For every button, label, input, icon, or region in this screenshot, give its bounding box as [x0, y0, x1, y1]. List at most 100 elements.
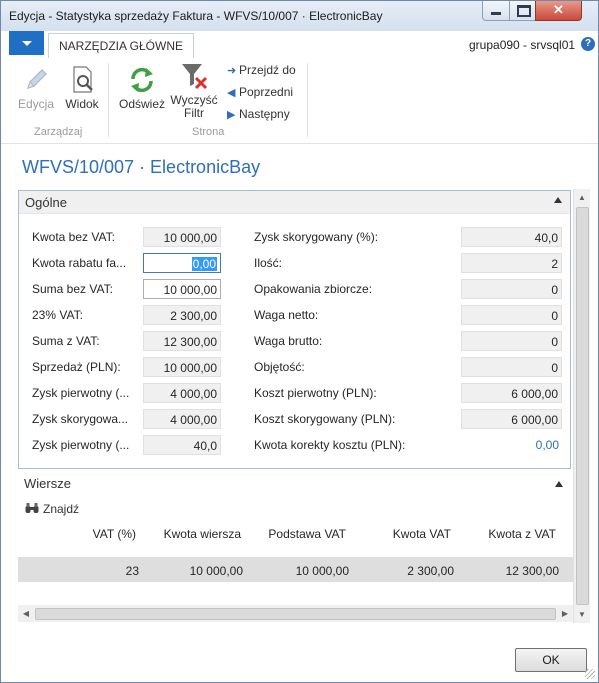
field-label: Suma z VAT: [32, 334, 100, 348]
field-label: Kwota korekty kosztu (PLN): [254, 438, 406, 452]
clear-filter-label-2: Filtr [184, 106, 204, 120]
group-separator [307, 63, 308, 138]
scroll-down-icon[interactable]: ▼ [574, 606, 590, 623]
column-header-vat-percent[interactable]: VAT (%) [61, 527, 136, 541]
field-value: 2 [461, 253, 562, 273]
field-value: 6 000,00 [461, 409, 562, 429]
group-label-page: Strona [192, 126, 225, 138]
field-value: 0 [461, 331, 562, 351]
table-cell: 10 000,00 [189, 564, 243, 578]
total-excl-vat-input[interactable]: 10 000,00 [143, 279, 221, 299]
field-label: Koszt pierwotny (PLN): [254, 386, 377, 400]
table-cell: 12 300,00 [505, 564, 559, 578]
field-value: 0 [461, 305, 562, 325]
title-bar[interactable]: Edycja - Statystyka sprzedaży Faktura - … [1, 1, 598, 31]
field-label: Kwota rabatu fa... [32, 256, 127, 270]
field-label: Suma bez VAT: [32, 282, 113, 296]
lines-fasttab-header[interactable]: Wiersze [18, 474, 573, 494]
app-menu-button[interactable] [9, 31, 44, 55]
field-label: Zysk skorygowany (%): [254, 230, 379, 244]
scroll-up-icon[interactable]: ▲ [574, 189, 590, 206]
close-icon: ✕ [553, 2, 564, 17]
dialog-window: Edycja - Statystyka sprzedaży Faktura - … [0, 0, 599, 683]
horizontal-scrollbar[interactable]: ◀ ▶ [18, 605, 573, 622]
field-label: Zysk pierwotny (... [32, 438, 130, 452]
next-button[interactable]: ▶ Następny [227, 107, 290, 121]
field-label: Koszt skorygowany (PLN): [254, 412, 396, 426]
triangle-right-icon: ▶ [227, 109, 236, 121]
column-header-vat-base[interactable]: Podstawa VAT [246, 527, 346, 541]
maximize-button[interactable] [509, 1, 537, 21]
ok-button[interactable]: OK [515, 648, 587, 672]
triangle-left-icon: ◀ [227, 87, 236, 99]
field-value: 10 000,00 [143, 357, 221, 377]
user-server-label: grupa090 - srvsql01 [469, 38, 576, 52]
field-value: 4 000,00 [143, 409, 221, 429]
help-icon[interactable]: ? [581, 37, 595, 51]
edit-button[interactable]: Edycja [15, 64, 57, 111]
field-value: 2 300,00 [143, 305, 221, 325]
refresh-button[interactable]: Odśwież [115, 64, 169, 111]
close-button[interactable]: ✕ [535, 1, 582, 21]
goto-label: Przejdź do [239, 63, 296, 77]
view-button[interactable]: Widok [61, 64, 103, 111]
general-fasttab-header[interactable]: Ogólne [19, 191, 570, 214]
clear-filter-button[interactable]: Wyczyść Filtr [169, 60, 219, 120]
field-label: Kwota bez VAT: [32, 230, 115, 244]
general-fasttab: Ogólne Kwota bez VAT: 10 000,00 Kwota ra… [18, 190, 571, 469]
next-label: Następny [239, 107, 290, 121]
field-label: Waga netto: [254, 308, 319, 322]
refresh-label: Odśwież [118, 97, 165, 111]
goto-button[interactable]: ➜ Przejdź do [227, 63, 296, 77]
find-button[interactable]: Znajdź [25, 502, 79, 516]
scroll-left-icon[interactable]: ◀ [18, 605, 34, 622]
field-value: 0 [461, 279, 562, 299]
field-value: 40,0 [461, 227, 562, 247]
invoice-discount-value: 0,00 [191, 257, 217, 271]
view-label: Widok [65, 97, 99, 111]
field-label: Objętość: [254, 360, 305, 374]
field-value: 0 [461, 357, 562, 377]
column-header-amount-incl-vat[interactable]: Kwota z VAT [456, 527, 556, 541]
group-label-manage: Zarządzaj [34, 126, 83, 138]
clear-filter-icon [182, 64, 208, 90]
general-fasttab-title: Ogólne [25, 195, 67, 210]
field-value: 40,0 [143, 435, 221, 455]
ribbon: Edycja Widok Odśwież Wyczyść Filtr ➜ Prz… [1, 58, 598, 144]
window-title: Edycja - Statystyka sprzedaży Faktura - … [9, 9, 383, 23]
refresh-icon [131, 67, 153, 93]
scroll-thumb[interactable] [576, 207, 589, 605]
column-header-vat-amount[interactable]: Kwota VAT [351, 527, 451, 541]
scroll-thumb[interactable] [35, 608, 556, 620]
field-label: Sprzedaż (PLN): [32, 360, 121, 374]
field-label: Zysk skorygowa... [32, 412, 129, 426]
cost-adjustment-link[interactable]: 0,00 [461, 435, 562, 455]
field-label: Waga brutto: [254, 334, 323, 348]
clear-filter-label-1: Wyczyść [170, 93, 218, 107]
view-icon [73, 66, 93, 93]
find-label: Znajdź [43, 502, 80, 516]
edit-label: Edycja [17, 97, 55, 111]
previous-button[interactable]: ◀ Poprzedni [227, 85, 293, 99]
table-cell: 2 300,00 [407, 564, 454, 578]
invoice-discount-input[interactable]: 0,00 [143, 253, 221, 273]
collapse-icon[interactable] [554, 197, 562, 203]
binoculars-icon [25, 503, 39, 513]
resize-grip-icon[interactable] [585, 669, 595, 679]
scroll-right-icon[interactable]: ▶ [557, 605, 573, 622]
pencil-icon [27, 69, 47, 89]
collapse-icon[interactable] [555, 481, 563, 487]
field-value: 12 300,00 [143, 331, 221, 351]
table-cell: 23 [125, 564, 139, 578]
field-label: Opakowania zbiorcze: [254, 282, 373, 296]
field-label: Ilość: [254, 256, 283, 270]
table-cell: 10 000,00 [295, 564, 349, 578]
minimize-button[interactable] [482, 1, 511, 21]
field-label: 23% VAT: [32, 308, 83, 322]
column-header-line-amount[interactable]: Kwota wiersza [141, 527, 241, 541]
lines-fasttab-title: Wiersze [24, 476, 71, 491]
tab-home[interactable]: NARZĘDZIA GŁÓWNE [48, 33, 195, 59]
vertical-scrollbar[interactable]: ▲ ▼ [573, 189, 590, 623]
arrow-right-icon: ➜ [227, 65, 237, 77]
previous-label: Poprzedni [239, 85, 294, 99]
